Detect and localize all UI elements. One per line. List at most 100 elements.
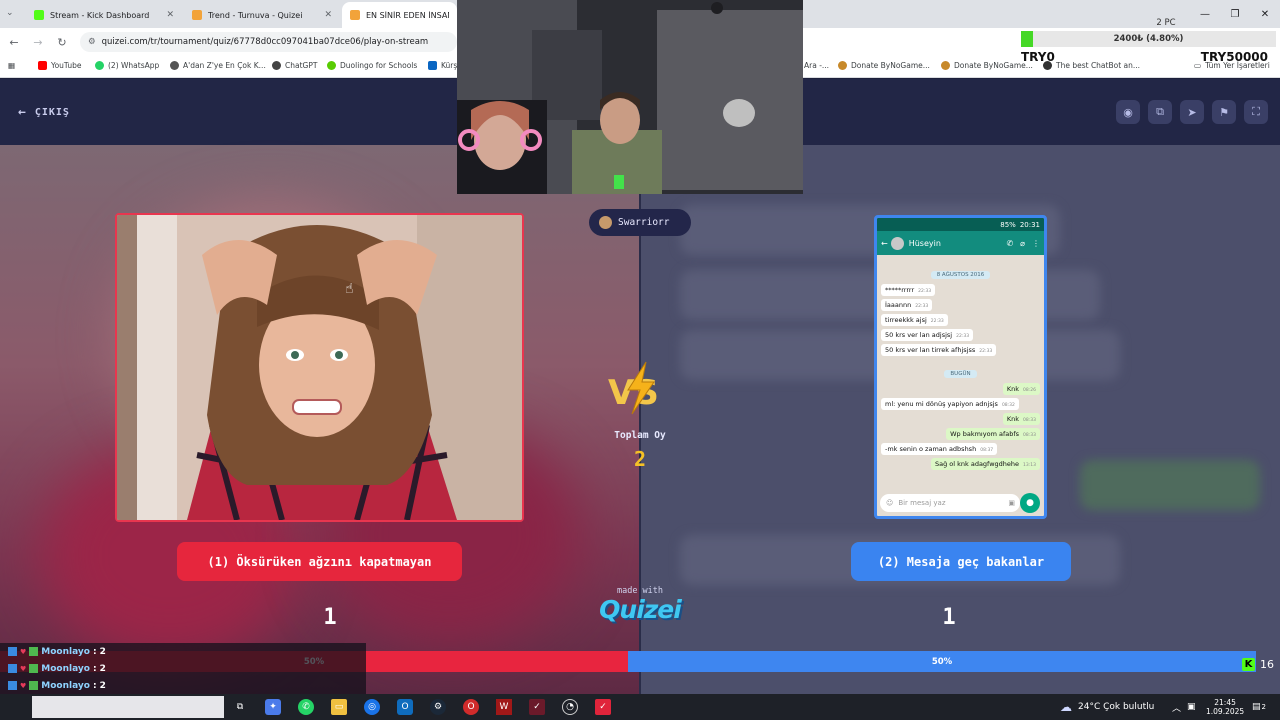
display-icon[interactable]: ▣ (1187, 694, 1196, 720)
bookmark-whatsapp[interactable]: (2) WhatsApp (95, 61, 159, 70)
donation-goal-overlay: 2 PC 2400₺ (4.80%) TRY0 TRY50000 (1016, 18, 1280, 66)
webcam-overlay (457, 0, 803, 194)
incoming-message: İaaannn 22:33 (881, 299, 933, 311)
menu-dots-icon: ⋮ (1032, 238, 1040, 248)
copy-icon[interactable]: ⧉ (1148, 100, 1172, 124)
tray-chevron-icon[interactable]: ︿ (1172, 694, 1181, 720)
goal-min: TRY0 (1021, 50, 1055, 64)
taskbar-search-widget[interactable] (32, 696, 224, 718)
bookmark-icon (170, 61, 179, 70)
chat-username: Moonlayo (41, 646, 90, 657)
tab-close-icon[interactable]: ✕ (166, 10, 174, 20)
message-time: 08:33 (1023, 433, 1036, 438)
message-row: -mk senin o zaman adbshsh 08:37 (881, 443, 1040, 455)
bookmark-label: A'dan Z'ye En Çok K... (183, 61, 266, 70)
speed-icon[interactable]: ◔ (562, 699, 578, 715)
exit-button[interactable]: ← ÇIKIŞ (18, 105, 70, 120)
donate-icon (941, 61, 950, 70)
donate-icon (838, 61, 847, 70)
outlook-icon[interactable]: O (397, 699, 413, 715)
app-icon[interactable]: ✓ (529, 699, 545, 715)
clock[interactable]: 21:45 1.09.2025 (1206, 694, 1244, 720)
mouse-cursor-icon: ☝ (345, 281, 354, 297)
incoming-message: *****rrrrr 22:33 (881, 284, 936, 296)
heart-icon: ♥ (20, 664, 27, 673)
steam-icon[interactable]: ⚙ (430, 699, 446, 715)
whatsapp-icon (95, 61, 104, 70)
weather-widget[interactable]: ☁ 24°C Çok bulutlu (1060, 694, 1154, 720)
file-explorer-icon[interactable]: ▭ (331, 699, 347, 715)
outgoing-message: Knk 08:26 (1002, 383, 1040, 395)
opera-icon[interactable]: O (463, 699, 479, 715)
message-time: 08:26 (1023, 388, 1036, 393)
bookmark-duolingo[interactable]: Duolingo for Schools (327, 61, 417, 70)
task-view-icon[interactable]: ⧉ (232, 699, 248, 715)
chat-username: Moonlayo (41, 680, 90, 691)
left-option-image[interactable]: ☝ (115, 213, 524, 522)
bookmark-youtube[interactable]: YouTube (38, 61, 82, 70)
notifications-icon[interactable]: ▤ 2 (1252, 694, 1266, 720)
webcam-feed (457, 0, 803, 194)
message-text: ml: yenu mi dönüş yapiyon adnjsjs (885, 400, 998, 408)
url-input[interactable]: ⚙ quizei.com/tr/tournament/quiz/67778d0c… (80, 32, 457, 52)
tab-quizei-trend[interactable]: Trend - Turnuva - Quizei ✕ (184, 2, 340, 28)
bookmark-adan-zye[interactable]: A'dan Z'ye En Çok K... (170, 61, 266, 70)
tab-kick-dashboard[interactable]: Stream - Kick Dashboard ✕ (26, 2, 182, 28)
tab-title: EN SİNİR EDEN İNSAN TİP (366, 10, 449, 20)
right-option-image[interactable]: 85% 20:31 ← Hüseyin ✆ ⌀ ⋮ 8 AĞUSTOS 2016… (874, 215, 1047, 519)
tab-close-icon[interactable]: ✕ (324, 10, 332, 20)
message-text: Sağ ol knk adagfwgdhehe (934, 460, 1020, 468)
windows-taskbar: ⧉ ✦ ✆ ▭ ◎ O ⚙ O W ✓ ◔ ✓ ☁ 24°C Çok bulut… (0, 694, 1280, 720)
kick-viewer-count: K 16 (1242, 658, 1274, 671)
clock-time: 21:45 (1214, 698, 1236, 707)
chrome-icon[interactable]: ◎ (364, 699, 380, 715)
game-icon[interactable]: W (496, 699, 512, 715)
date-separator-label: BUGÜN (944, 370, 977, 378)
chatgpt-icon (272, 61, 281, 70)
forward-icon[interactable]: → (30, 34, 46, 50)
whatsapp-taskbar-icon[interactable]: ✆ (298, 699, 314, 715)
badge-icon (8, 664, 17, 673)
outgoing-message: Wp bakmıyom afabfs 08:33 (946, 428, 1040, 440)
flag-icon[interactable]: ⚑ (1212, 100, 1236, 124)
goal-title: 2 PC (1156, 18, 1176, 28)
bookmark-ara[interactable]: Ara -... (804, 61, 829, 70)
phone-icon: ✆ (1006, 238, 1014, 248)
message-time: 13:13 (1023, 463, 1036, 468)
mic-button[interactable]: ● (1020, 493, 1040, 513)
chat-message: : 2 (92, 663, 106, 674)
tab-search-icon[interactable]: ⌄ (6, 8, 14, 18)
emoji-icon: ☺ (886, 499, 894, 507)
back-icon[interactable]: ← (6, 34, 22, 50)
left-vote-count: 1 (323, 605, 337, 630)
outgoing-message: Sağ ol knk adagfwgdhehe 13:13 (930, 458, 1040, 470)
camera-icon: ▣ (1008, 499, 1015, 507)
chat-message: : 2 (92, 646, 106, 657)
send-icon[interactable]: ➤ (1180, 100, 1204, 124)
bookmark-label: (2) WhatsApp (108, 61, 160, 70)
apps-grid-icon[interactable]: ▦ (8, 61, 15, 70)
left-option-button[interactable]: (1) Öksürüken ağzını kapatmayan (177, 542, 462, 581)
outgoing-message: Knk 08:33 (1002, 413, 1040, 425)
fullscreen-icon[interactable]: ⛶ (1244, 100, 1268, 124)
message-input[interactable]: ☺ Bir mesaj yaz ▣ (880, 494, 1020, 512)
message-text: *****rrrrr (885, 286, 915, 294)
copilot-icon[interactable]: ✦ (265, 699, 281, 715)
bookmark-donate-1[interactable]: Donate ByNoGame... (838, 61, 930, 70)
quizei-logo[interactable]: Quizei (590, 595, 690, 624)
heart-icon: ♥ (20, 681, 27, 690)
goal-max: TRY50000 (1200, 50, 1268, 64)
right-option-button[interactable]: (2) Mesaja geç bakanlar (851, 542, 1071, 581)
message-row: ml: yenu mi dönüş yapiyon adnjsjs 08:32 (881, 398, 1040, 410)
bookmark-chatgpt[interactable]: ChatGPT (272, 61, 317, 70)
duolingo-icon (327, 61, 336, 70)
tab-active-quiz[interactable]: EN SİNİR EDEN İNSAN TİP (342, 2, 457, 28)
reload-icon[interactable]: ↻ (54, 34, 70, 50)
total-votes-value: 2 (633, 447, 647, 471)
site-info-icon[interactable]: ⚙ (88, 37, 96, 47)
app-icon[interactable]: ✓ (595, 699, 611, 715)
message-text: 50 krs ver lan adjsjsj (885, 331, 953, 339)
bookmark-kurs[interactable]: Kürş (428, 61, 457, 70)
svg-text:VS: VS (608, 373, 659, 413)
eye-icon[interactable]: ◉ (1116, 100, 1140, 124)
